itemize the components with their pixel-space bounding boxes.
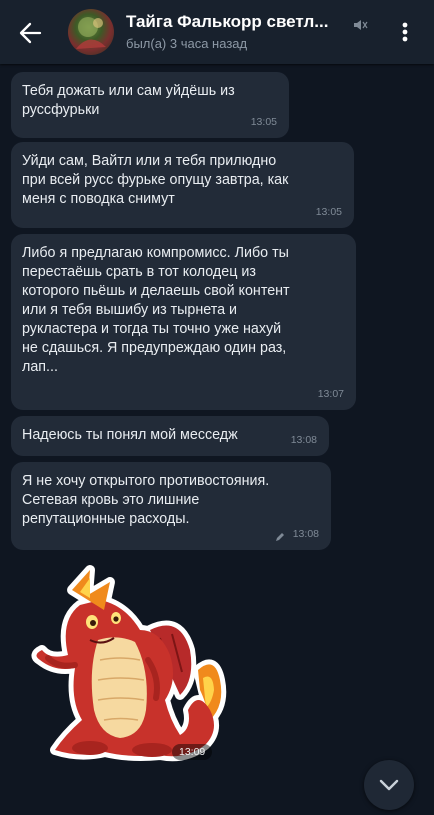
pencil-icon [276, 533, 284, 541]
message-time: 13:05 [315, 206, 342, 218]
message-time: 13:08 [290, 434, 317, 446]
chat-header: Тайга Фалькорр светл... был(а) 3 часа на… [0, 0, 434, 64]
message-text: Уйди сам, Вайтл или я тебя прилюдно при … [22, 153, 289, 207]
last-seen-status: был(а) 3 часа назад [126, 36, 248, 51]
message-time: 13:08 [292, 528, 319, 540]
message-text: Надеюсь ты понял мой месседж [22, 427, 238, 443]
message-bubble[interactable]: Надеюсь ты понял мой месседж 13:08 [11, 416, 329, 456]
chevron-down-icon [379, 779, 399, 791]
message-text: Тебя дожать или сам уйдёшь из руссфурьки [22, 83, 235, 118]
message-time: 13:07 [317, 388, 344, 400]
arrow-left-icon[interactable] [14, 18, 48, 48]
message-text: Я не хочу открытого противостояния. Сете… [22, 473, 270, 527]
message-time: 13:05 [250, 116, 277, 128]
message-bubble[interactable]: Я не хочу открытого противостояния. Сете… [11, 462, 331, 550]
avatar-image [76, 17, 106, 49]
message-bubble[interactable]: Уйди сам, Вайтл или я тебя прилюдно при … [11, 142, 354, 228]
chat-title[interactable]: Тайга Фалькорр светл... [126, 12, 341, 32]
message-text: Либо я предлагаю компромисс. Либо ты пер… [22, 245, 290, 375]
message-list[interactable]: Тебя дожать или сам уйдёшь из руссфурьки… [0, 64, 434, 810]
avatar[interactable] [68, 9, 114, 55]
red-dragon-sticker[interactable] [20, 560, 230, 770]
kebab-menu-icon[interactable] [392, 18, 418, 46]
mute-icon [354, 20, 368, 30]
scroll-down-button[interactable] [364, 760, 414, 810]
message-bubble[interactable]: Либо я предлагаю компромисс. Либо ты пер… [11, 234, 356, 410]
sticker-time: 13:09 [172, 744, 213, 760]
message-bubble[interactable]: Тебя дожать или сам уйдёшь из руссфурьки… [11, 72, 289, 138]
